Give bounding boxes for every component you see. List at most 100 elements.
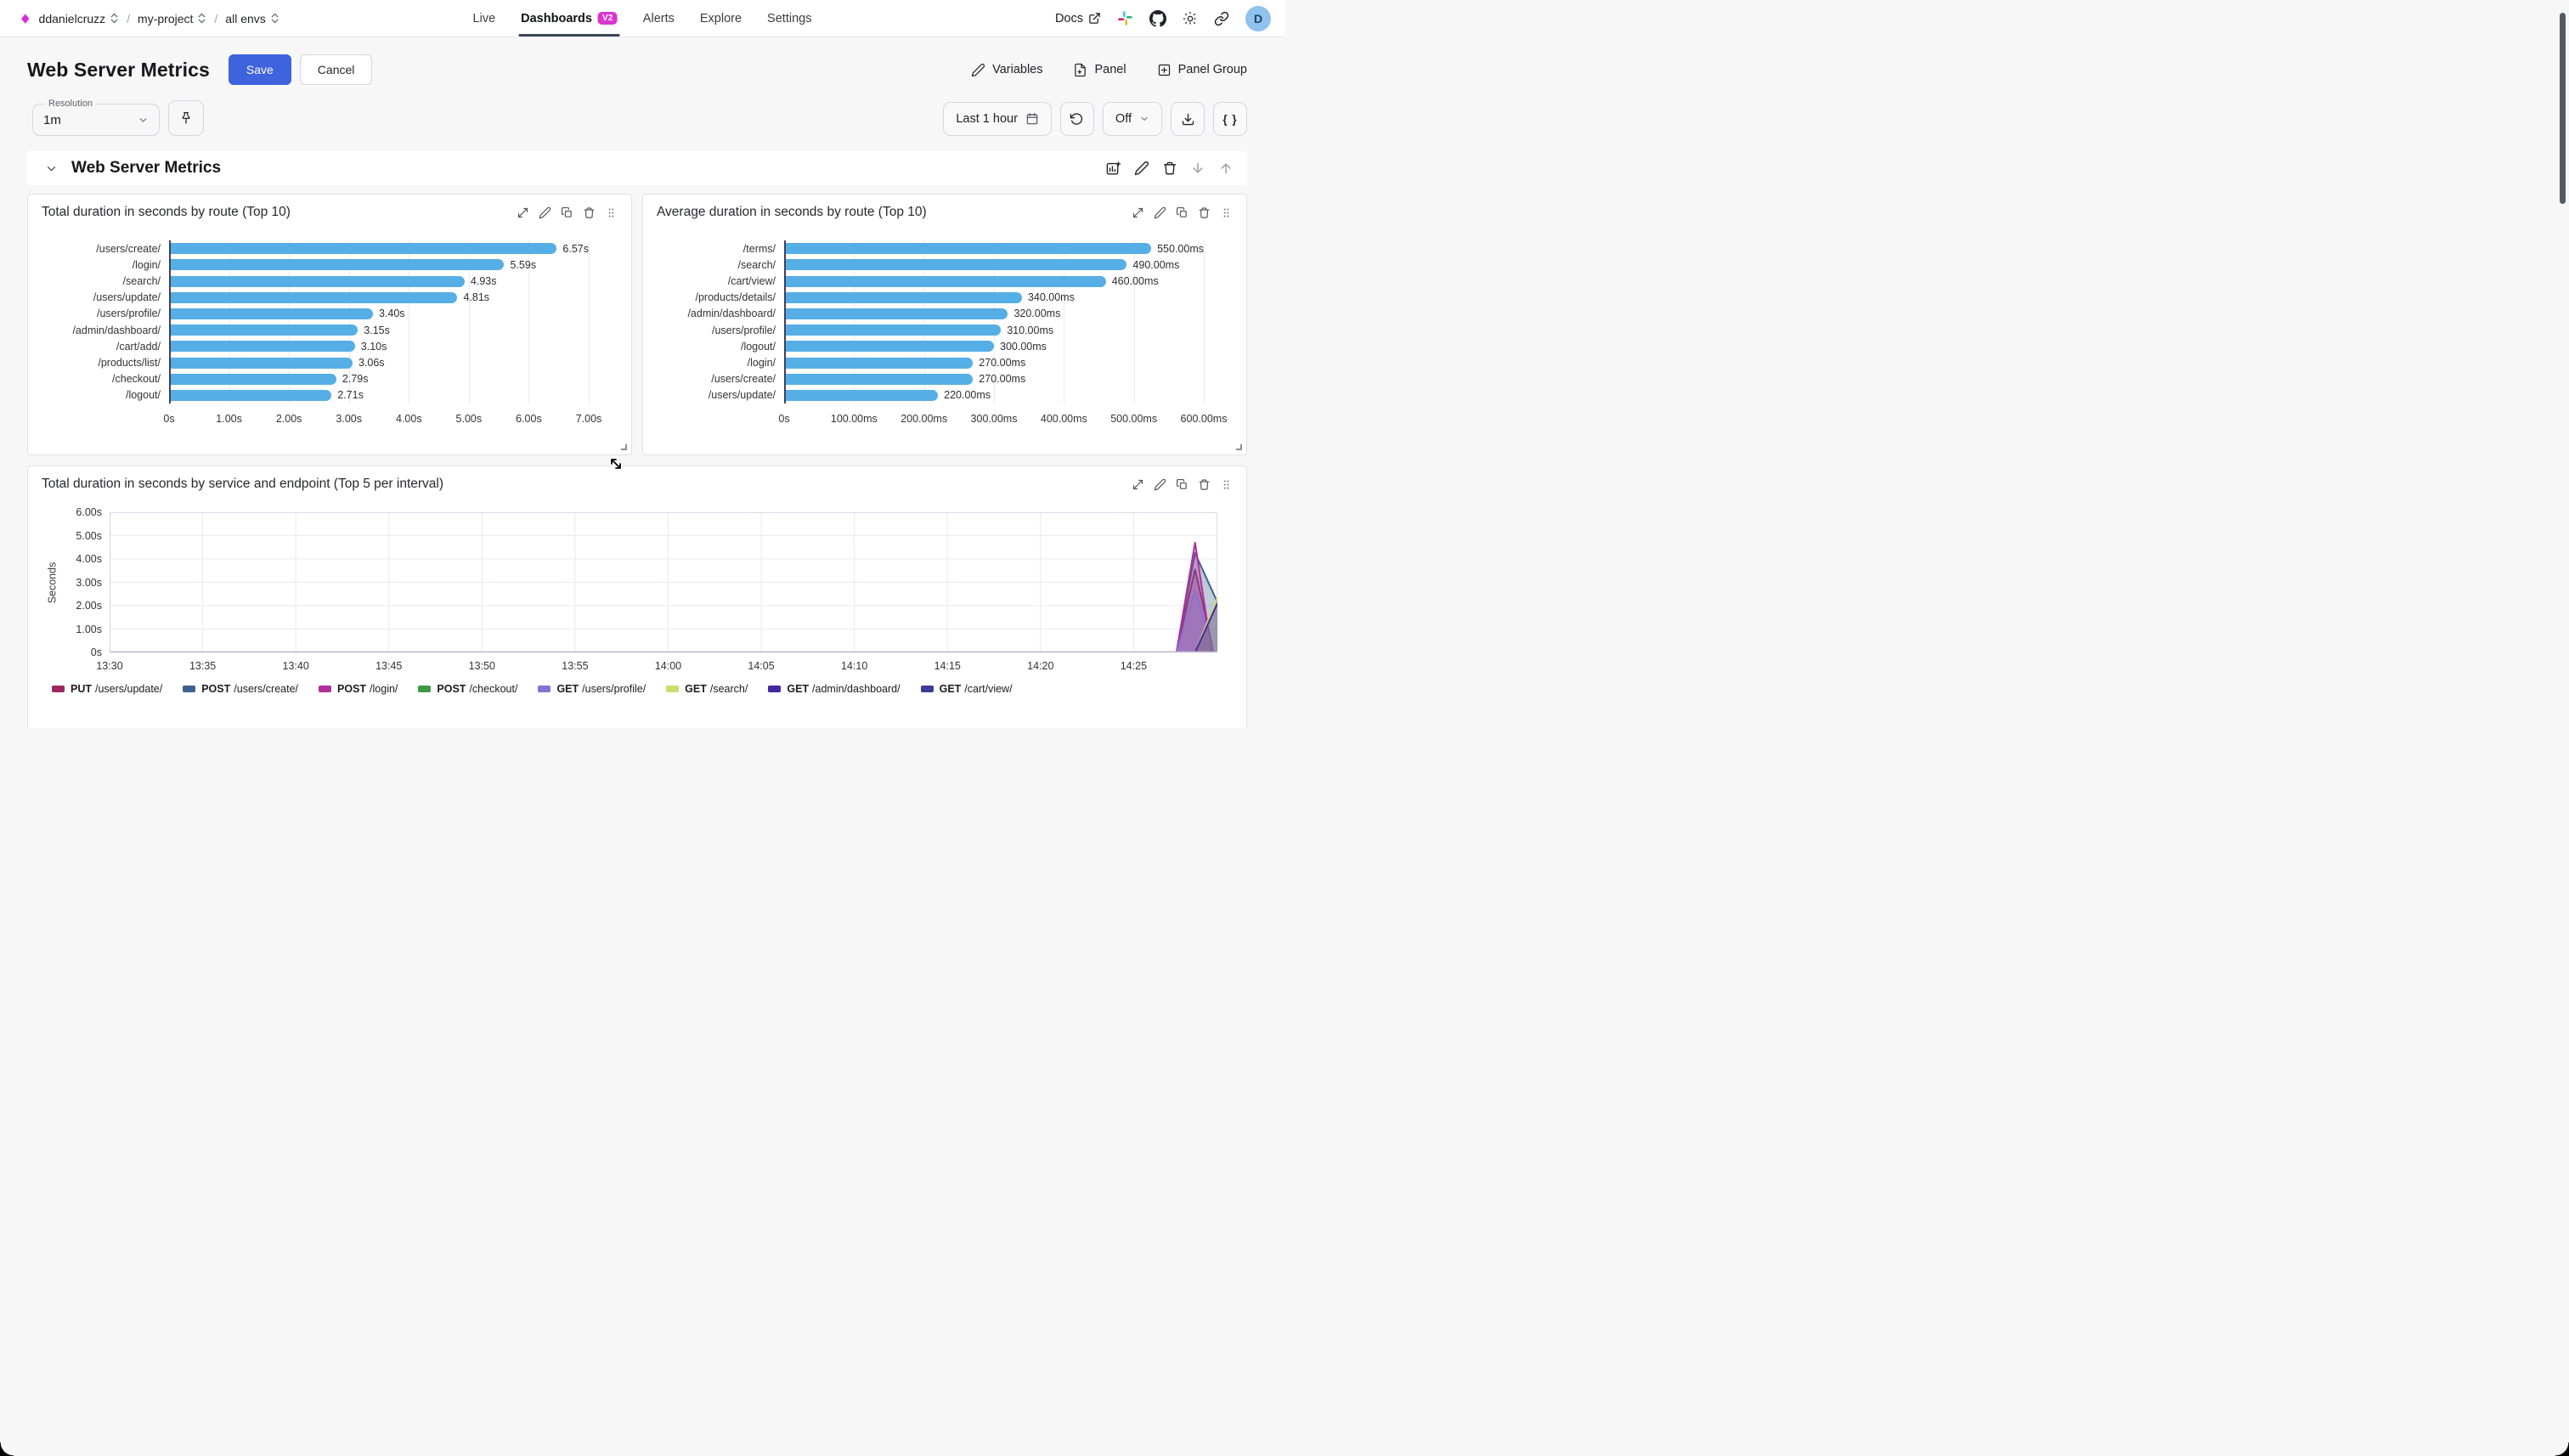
legend-item[interactable]: POST/users/create/ — [183, 683, 298, 695]
delete-panel-button[interactable] — [1198, 206, 1211, 219]
autorefresh-select[interactable]: Off — [1103, 102, 1162, 136]
bar-row: 5.59s — [169, 257, 589, 273]
updown-chevron-icon — [270, 12, 279, 25]
drag-panel-handle[interactable] — [1220, 478, 1233, 491]
refresh-button[interactable] — [1060, 102, 1094, 136]
resolution-label: Resolution — [45, 99, 96, 109]
edit-panel-button[interactable] — [1154, 478, 1166, 491]
bar-value-label: 220.00ms — [944, 389, 991, 401]
legend-method-label: POST — [201, 683, 230, 695]
add-panel-button[interactable]: Panel — [1073, 63, 1126, 77]
download-button[interactable] — [1171, 102, 1205, 136]
legend-color-chip — [418, 686, 431, 692]
docs-link[interactable]: Docs — [1055, 12, 1101, 25]
expand-panel-button[interactable] — [1132, 206, 1144, 219]
avatar[interactable]: D — [1245, 6, 1271, 31]
theme-toggle-button[interactable] — [1183, 11, 1198, 26]
trash-icon — [1162, 161, 1177, 176]
bar-category-label: /logout/ — [657, 338, 784, 354]
breadcrumb-org-selector[interactable]: ddanielcruzz — [39, 12, 120, 25]
bar-value-label: 270.00ms — [979, 373, 1025, 385]
main-content: Web Server Metrics Save Cancel Variables… — [27, 54, 1247, 728]
edit-panel-button[interactable] — [1154, 206, 1166, 219]
bar-chart-total-duration: /users/create//login//search//users/upda… — [42, 240, 618, 429]
axis-tick-label: 1.00s — [216, 413, 242, 425]
breadcrumb-list: ddanielcruzz / my-project / all envs — [39, 12, 279, 25]
move-section-down-button[interactable] — [1190, 161, 1205, 176]
chart-legend: PUT/users/update/POST/users/create/POST/… — [42, 683, 1233, 695]
tab-dashboards[interactable]: Dashboards v2 — [521, 0, 618, 37]
bar-category-label: /terms/ — [657, 240, 784, 257]
duplicate-panel-button[interactable] — [561, 206, 573, 219]
tab-alerts[interactable]: Alerts — [643, 0, 675, 37]
updown-chevron-icon — [197, 12, 206, 25]
legend-item[interactable]: GET/users/profile/ — [538, 683, 646, 695]
bar-row: 220.00ms — [784, 387, 1204, 404]
bar — [169, 390, 331, 401]
legend-item[interactable]: GET/search/ — [666, 683, 748, 695]
pencil-icon — [1154, 478, 1166, 491]
duplicate-panel-button[interactable] — [1176, 206, 1189, 219]
legend-item[interactable]: GET/cart/view/ — [921, 683, 1013, 695]
resize-handle[interactable] — [621, 444, 627, 450]
axis-tick-label: 3.00s — [336, 413, 362, 425]
legend-method-label: POST — [337, 683, 366, 695]
axis-tick-label: 13:50 — [469, 660, 495, 672]
panel-header: Average duration in seconds by route (To… — [657, 205, 1233, 220]
legend-item[interactable]: GET/admin/dashboard/ — [768, 683, 900, 695]
tab-settings[interactable]: Settings — [767, 0, 811, 37]
bar — [169, 276, 465, 287]
share-link-button[interactable] — [1214, 11, 1229, 26]
y-axis-title: Seconds — [42, 512, 62, 652]
github-button[interactable] — [1149, 10, 1166, 27]
delete-section-button[interactable] — [1162, 161, 1177, 176]
grip-icon — [1220, 206, 1233, 219]
delete-panel-button[interactable] — [583, 206, 596, 219]
legend-path-label: /admin/dashboard/ — [812, 683, 901, 695]
v2-badge: v2 — [598, 12, 618, 25]
breadcrumb-env-selector[interactable]: all envs — [225, 12, 279, 25]
bar — [169, 259, 504, 270]
expand-icon — [1132, 206, 1144, 219]
expand-panel-button[interactable] — [1132, 478, 1144, 491]
add-panel-group-button[interactable]: Panel Group — [1157, 63, 1247, 77]
drag-panel-handle[interactable] — [605, 206, 618, 219]
json-view-button[interactable]: { } — [1213, 102, 1247, 136]
legend-item[interactable]: POST/checkout/ — [418, 683, 517, 695]
tab-live[interactable]: Live — [473, 0, 496, 37]
chevron-down-icon — [1139, 114, 1149, 124]
legend-item[interactable]: PUT/users/update/ — [52, 683, 162, 695]
bar-value-label: 3.06s — [359, 357, 385, 369]
resize-handle[interactable] — [1236, 444, 1242, 450]
duplicate-panel-button[interactable] — [1176, 478, 1189, 491]
bar — [784, 358, 973, 369]
collapse-section-button[interactable] — [44, 161, 59, 176]
expand-panel-button[interactable] — [517, 206, 529, 219]
bar-category-label: /users/profile/ — [42, 306, 169, 322]
tab-explore[interactable]: Explore — [700, 0, 742, 37]
pin-resolution-button[interactable] — [168, 100, 204, 136]
cancel-button[interactable]: Cancel — [300, 54, 373, 85]
bar-category-label: /users/profile/ — [657, 322, 784, 338]
copy-icon — [1176, 206, 1189, 219]
axis-tick-label: 100.00ms — [831, 413, 878, 425]
edit-panel-button[interactable] — [539, 206, 551, 219]
legend-item[interactable]: POST/login/ — [319, 683, 398, 695]
add-chart-button[interactable] — [1105, 161, 1121, 177]
move-section-up-button[interactable] — [1218, 161, 1234, 176]
pencil-icon — [1154, 206, 1166, 219]
delete-panel-button[interactable] — [1198, 478, 1211, 491]
legend-path-label: /search/ — [710, 683, 748, 695]
time-range-button[interactable]: Last 1 hour — [943, 102, 1052, 136]
breadcrumb-project-selector[interactable]: my-project — [138, 12, 206, 25]
drag-panel-handle[interactable] — [1220, 206, 1233, 219]
edit-section-button[interactable] — [1134, 161, 1149, 176]
bar-value-label: 490.00ms — [1132, 259, 1179, 271]
bar-value-label: 270.00ms — [979, 357, 1025, 369]
resolution-select[interactable]: Resolution 1m — [32, 99, 160, 136]
bar-value-label: 550.00ms — [1157, 243, 1204, 255]
series-area — [110, 553, 1217, 652]
save-button[interactable]: Save — [229, 54, 291, 85]
slack-button[interactable] — [1117, 10, 1133, 26]
variables-button[interactable]: Variables — [971, 63, 1042, 77]
